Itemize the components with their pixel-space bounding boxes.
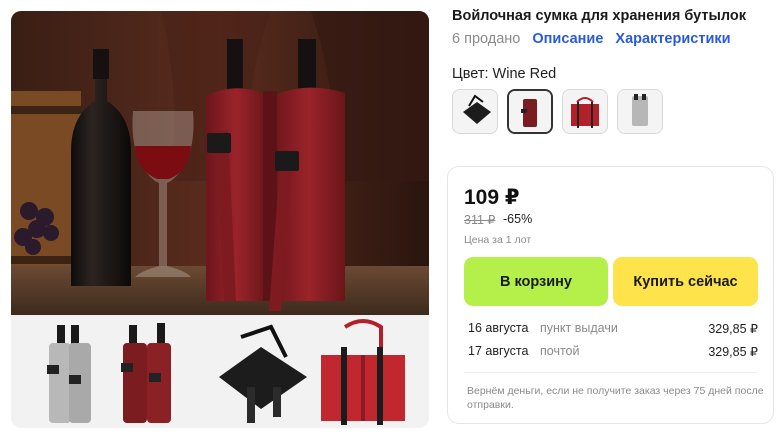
delivery-method: пункт выдачи [540, 321, 618, 335]
swatch-wine-red[interactable] [507, 89, 553, 134]
swatch-black[interactable] [452, 89, 498, 134]
add-to-cart-button[interactable]: В корзину [464, 257, 608, 306]
swatch-grey[interactable] [617, 89, 663, 134]
thumbnail-wine-bag[interactable] [115, 317, 219, 428]
current-price: 109 ₽ [464, 186, 520, 209]
price-per-lot-note: Цена за 1 лот [464, 234, 532, 246]
product-meta: 6 продано Описание Характеристики [452, 31, 731, 47]
discount-badge: -65% [503, 212, 533, 226]
shipping-option-pickup[interactable]: 16 августа пункт выдачи 329,85 ₽ [464, 317, 758, 339]
old-price: 311 ₽ [464, 213, 496, 227]
thumbnail-grey-bag[interactable] [11, 317, 115, 428]
shipping-option-post[interactable]: 17 августа почтой 329,85 ₽ [464, 340, 758, 362]
product-title: Войлочная сумка для хранения бутылок [452, 8, 747, 24]
thumbnail-black-bag[interactable] [211, 317, 315, 428]
tab-description[interactable]: Описание [532, 31, 603, 47]
divider [464, 372, 758, 373]
color-swatches [452, 89, 663, 134]
delivery-date: 16 августа [468, 321, 529, 335]
product-gallery [11, 11, 429, 428]
delivery-date: 17 августа [468, 344, 529, 358]
buy-now-button[interactable]: Купить сейчас [613, 257, 758, 306]
product-thumbnails [11, 317, 429, 428]
refund-guarantee-note: Вернём деньги, если не получите заказ че… [467, 385, 764, 411]
thumbnail-red-bag[interactable] [311, 317, 415, 428]
selected-color-label: Цвет: Wine Red [452, 66, 557, 82]
delivery-cost: 329,85 ₽ [708, 345, 758, 359]
sold-count: 6 продано [452, 31, 521, 47]
delivery-method: почтой [540, 344, 580, 358]
product-main-image[interactable] [11, 11, 429, 315]
tab-specifications[interactable]: Характеристики [615, 31, 730, 47]
purchase-panel: 109 ₽ 311 ₽ -65% Цена за 1 лот В корзину… [447, 166, 774, 424]
delivery-cost: 329,85 ₽ [708, 322, 758, 336]
swatch-red[interactable] [562, 89, 608, 134]
